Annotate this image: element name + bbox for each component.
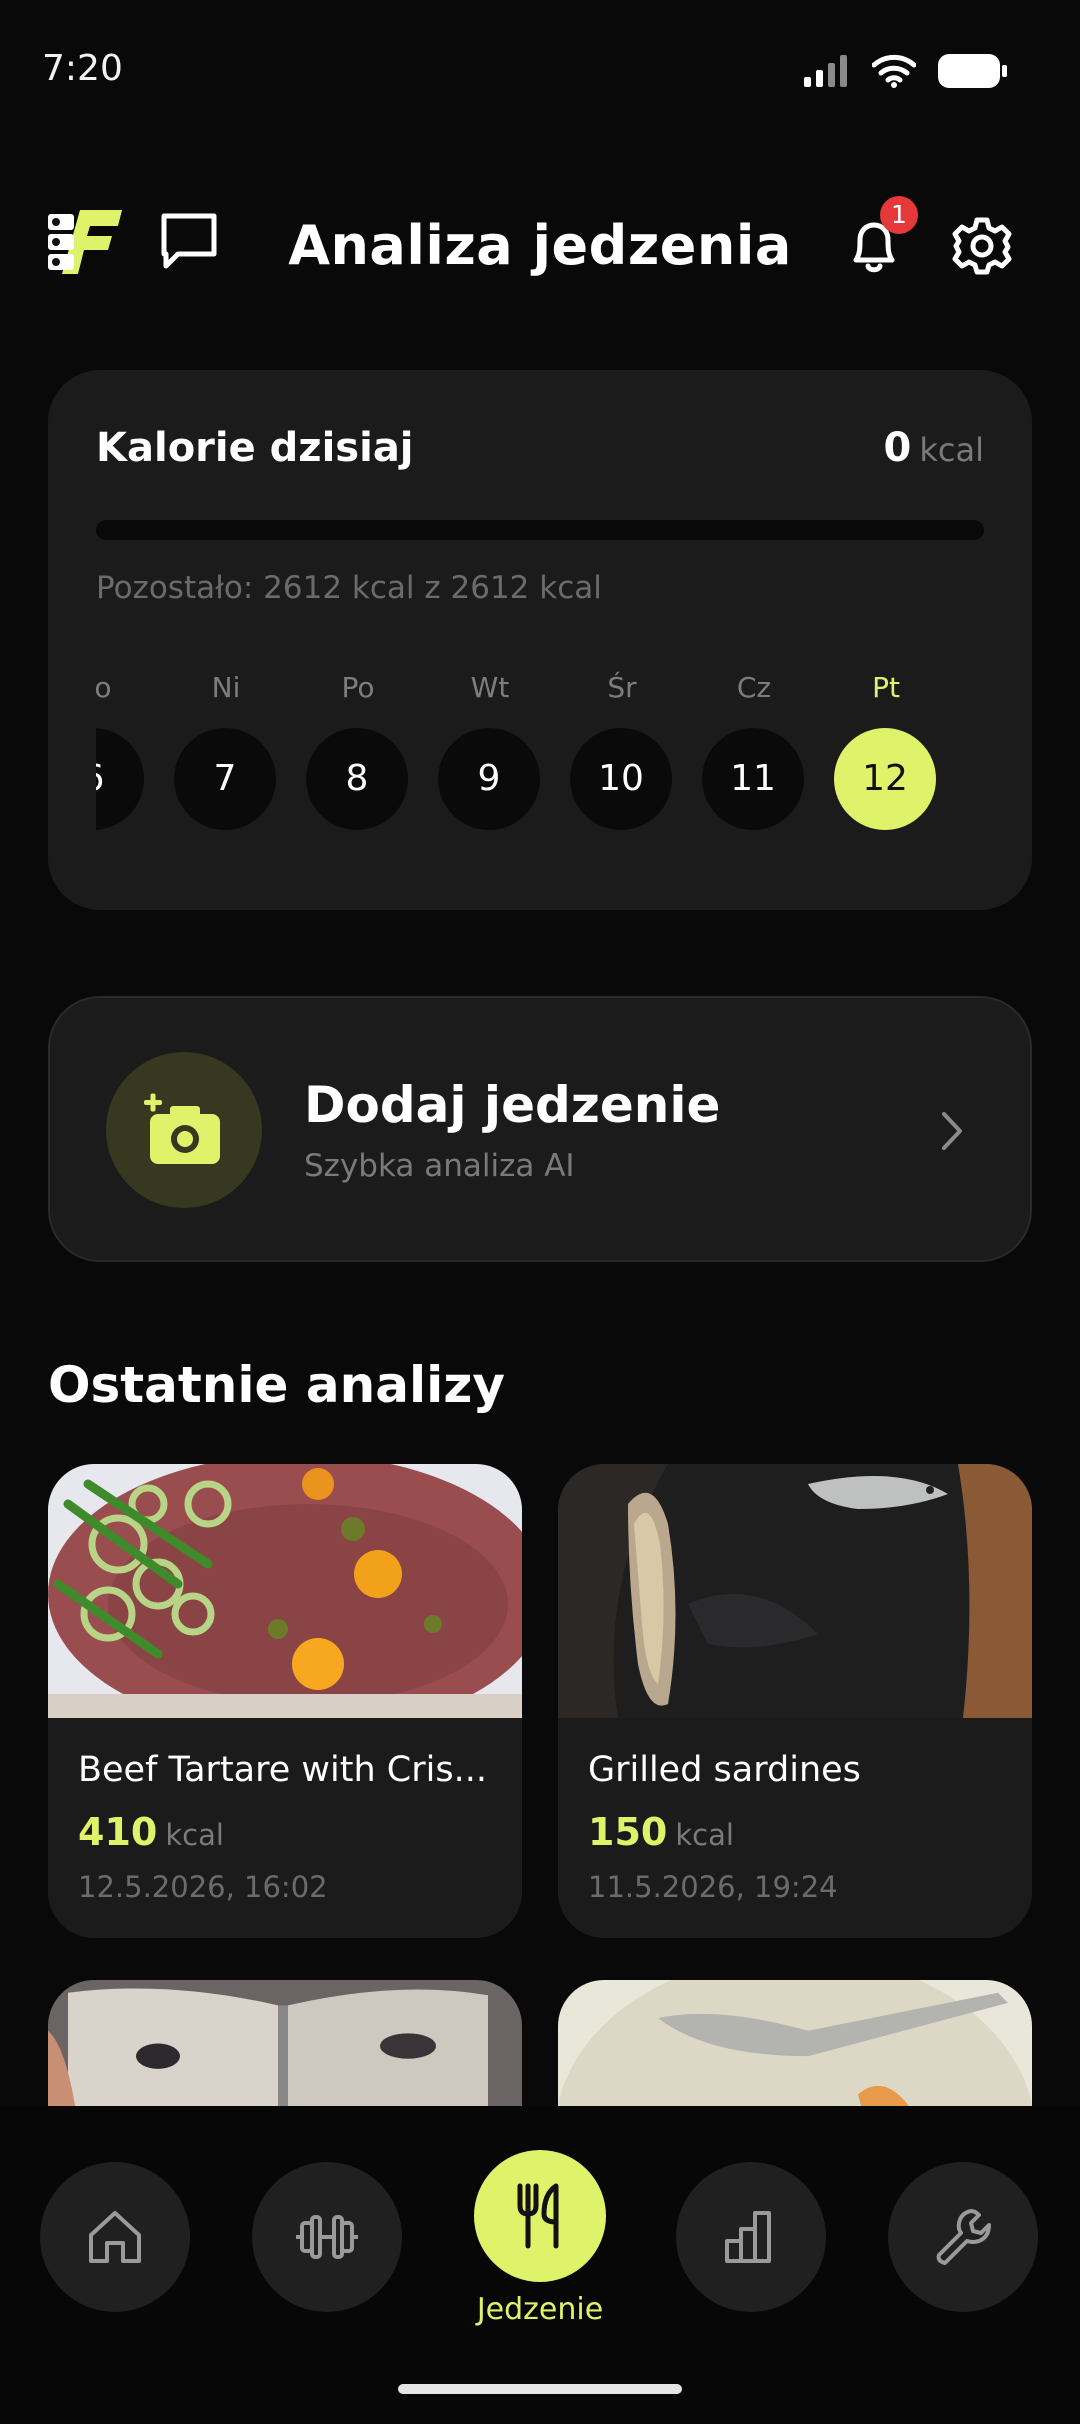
chevron-right-icon xyxy=(942,1112,962,1150)
meal-kcal: 150 kcal xyxy=(588,1810,734,1854)
signal-icon xyxy=(804,55,847,87)
meal-kcal-unit: kcal xyxy=(165,1818,224,1852)
meal-date: 12.5.2026, 16:02 xyxy=(78,1870,328,1904)
meal-name: Grilled sardines xyxy=(588,1750,861,1790)
nav-home-button[interactable] xyxy=(40,2162,190,2312)
calories-title: Kalorie dzisiaj xyxy=(96,425,414,471)
nav-tools-button[interactable] xyxy=(888,2162,1038,2312)
fork-knife-icon xyxy=(517,2183,559,2249)
meal-kcal-unit: kcal xyxy=(675,1818,734,1852)
day-label: Cz xyxy=(736,671,772,704)
home-icon xyxy=(89,2211,141,2263)
day-item-12[interactable]: Pt 12 xyxy=(834,670,938,830)
day-number: 10 xyxy=(570,728,672,830)
wrench-icon xyxy=(936,2209,991,2265)
day-number: 12 xyxy=(834,728,936,830)
week-day-selector: So 6 Ni 7 Po 8 Wt 9 Śr 10 Cz 11 Pt 12 xyxy=(96,670,996,840)
battery-icon xyxy=(938,54,1007,88)
day-label: So xyxy=(96,671,112,704)
add-food-subtitle: Szybka analiza AI xyxy=(304,1148,575,1184)
wifi-icon xyxy=(872,54,916,88)
calories-number: 0 xyxy=(883,425,912,471)
gear-icon xyxy=(952,217,1012,275)
day-number: 11 xyxy=(702,728,804,830)
nav-workout-button[interactable] xyxy=(252,2162,402,2312)
day-label: Wt xyxy=(470,671,510,704)
app-header: Analiza jedzenia 1 xyxy=(0,190,1080,300)
recent-analyses-title: Ostatnie analizy xyxy=(48,1356,505,1414)
day-label: Śr xyxy=(607,671,637,704)
day-item-8[interactable]: Po 8 xyxy=(306,670,410,830)
settings-button[interactable] xyxy=(950,214,1014,278)
page-title: Analiza jedzenia xyxy=(288,214,792,277)
meal-kcal: 410 kcal xyxy=(78,1810,224,1854)
calories-progress-bar xyxy=(96,520,984,540)
add-photo-icon-wrap xyxy=(106,1052,262,1208)
meal-card[interactable]: Grilled sardines 150 kcal 11.5.2026, 19:2… xyxy=(558,1464,1032,1938)
meal-name: Beef Tartare with Cris... xyxy=(78,1750,487,1790)
day-number: 7 xyxy=(174,728,276,830)
nav-food-label: Jedzenie xyxy=(476,2292,604,2327)
nav-food-button[interactable] xyxy=(474,2150,606,2282)
bar-chart-icon xyxy=(725,2211,771,2263)
meal-date: 11.5.2026, 19:24 xyxy=(588,1870,838,1904)
add-camera-icon xyxy=(144,1093,220,1164)
bottom-navigation: Jedzenie xyxy=(0,2106,1080,2424)
calories-remaining: Pozostało: 2612 kcal z 2612 kcal xyxy=(96,570,602,606)
status-icons xyxy=(804,54,1008,88)
day-label: Po xyxy=(341,671,375,704)
day-item-9[interactable]: Wt 9 xyxy=(438,670,542,830)
day-label: Ni xyxy=(211,671,241,704)
day-item-10[interactable]: Śr 10 xyxy=(570,670,674,830)
add-food-title: Dodaj jedzenie xyxy=(304,1076,721,1134)
calories-unit: kcal xyxy=(919,431,984,469)
meal-kcal-value: 150 xyxy=(588,1810,668,1854)
nav-stats-button[interactable] xyxy=(676,2162,826,2312)
add-food-card[interactable]: Dodaj jedzenie Szybka analiza AI xyxy=(48,996,1032,1262)
day-item-11[interactable]: Cz 11 xyxy=(702,670,806,830)
day-number: 9 xyxy=(438,728,540,830)
day-item-7[interactable]: Ni 7 xyxy=(174,670,278,830)
calories-value: 0 kcal xyxy=(884,425,984,471)
day-number: 8 xyxy=(306,728,408,830)
meal-photo xyxy=(558,1464,1032,1718)
day-label: Pt xyxy=(872,671,900,704)
meal-photo xyxy=(48,1464,522,1718)
meal-kcal-value: 410 xyxy=(78,1810,158,1854)
home-indicator[interactable] xyxy=(398,2384,682,2394)
dumbbell-icon xyxy=(296,2215,358,2259)
notification-badge: 1 xyxy=(880,196,918,234)
status-bar: 7:20 xyxy=(0,0,1080,140)
day-item-6[interactable]: So 6 xyxy=(96,670,146,830)
day-number: 6 xyxy=(96,728,144,830)
status-time: 7:20 xyxy=(42,48,123,89)
calories-card: Kalorie dzisiaj 0 kcal Pozostało: 2612 kc… xyxy=(48,370,1032,910)
meal-card[interactable]: Beef Tartare with Cris... 410 kcal 12.5.2… xyxy=(48,1464,522,1938)
